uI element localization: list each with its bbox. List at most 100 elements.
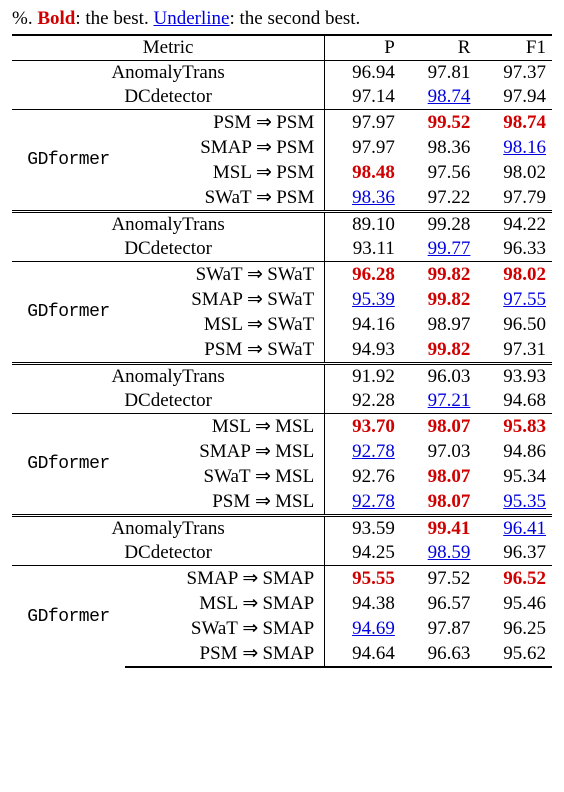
baseline-row: DCdetector97.1498.7497.94 bbox=[12, 85, 552, 110]
value-r: 99.77 bbox=[401, 237, 477, 262]
value-r: 97.52 bbox=[401, 566, 477, 592]
transfer-label: SWaT ⇒ PSM bbox=[125, 185, 325, 212]
value-p: 93.59 bbox=[325, 516, 401, 542]
value-r: 97.22 bbox=[401, 185, 477, 212]
value-p: 94.38 bbox=[325, 591, 401, 616]
baseline-name: DCdetector bbox=[12, 541, 325, 566]
value-r: 97.21 bbox=[401, 389, 477, 414]
value-f1: 96.52 bbox=[476, 566, 552, 592]
baseline-name: AnomalyTrans bbox=[12, 61, 325, 86]
baseline-name: DCdetector bbox=[12, 389, 325, 414]
value-f1: 96.41 bbox=[476, 516, 552, 542]
value-r: 99.28 bbox=[401, 212, 477, 238]
value-r: 96.63 bbox=[401, 641, 477, 667]
value-r: 97.03 bbox=[401, 439, 477, 464]
value-f1: 97.79 bbox=[476, 185, 552, 212]
caption-bold: Bold bbox=[37, 8, 75, 29]
value-p: 94.64 bbox=[325, 641, 401, 667]
baseline-row: AnomalyTrans91.9296.0393.93 bbox=[12, 364, 552, 390]
value-p: 97.97 bbox=[325, 135, 401, 160]
value-f1: 96.50 bbox=[476, 312, 552, 337]
value-p: 94.25 bbox=[325, 541, 401, 566]
value-f1: 97.94 bbox=[476, 85, 552, 110]
value-f1: 95.46 bbox=[476, 591, 552, 616]
baseline-row: AnomalyTrans93.5999.4196.41 bbox=[12, 516, 552, 542]
value-f1: 97.55 bbox=[476, 287, 552, 312]
value-r: 99.82 bbox=[401, 287, 477, 312]
value-f1: 93.93 bbox=[476, 364, 552, 390]
caption-underline: Underline bbox=[153, 8, 229, 29]
model-name: GDformer bbox=[12, 566, 125, 668]
baseline-name: AnomalyTrans bbox=[12, 516, 325, 542]
value-p: 94.16 bbox=[325, 312, 401, 337]
value-p: 92.76 bbox=[325, 464, 401, 489]
transfer-label: MSL ⇒ SWaT bbox=[125, 312, 325, 337]
model-name: GDformer bbox=[12, 414, 125, 516]
value-f1: 96.37 bbox=[476, 541, 552, 566]
header-p: P bbox=[325, 35, 401, 61]
transfer-label: SMAP ⇒ SWaT bbox=[125, 287, 325, 312]
caption-pct: % bbox=[12, 8, 28, 29]
value-r: 98.07 bbox=[401, 464, 477, 489]
model-row: GDformerSWaT ⇒ SWaT96.2899.8298.02 bbox=[12, 262, 552, 288]
value-p: 97.97 bbox=[325, 110, 401, 136]
baseline-name: AnomalyTrans bbox=[12, 364, 325, 390]
baseline-row: AnomalyTrans89.1099.2894.22 bbox=[12, 212, 552, 238]
value-p: 98.48 bbox=[325, 160, 401, 185]
value-p: 95.55 bbox=[325, 566, 401, 592]
value-p: 98.36 bbox=[325, 185, 401, 212]
value-f1: 94.86 bbox=[476, 439, 552, 464]
value-p: 91.92 bbox=[325, 364, 401, 390]
value-p: 92.78 bbox=[325, 439, 401, 464]
value-p: 96.94 bbox=[325, 61, 401, 86]
value-r: 98.97 bbox=[401, 312, 477, 337]
value-r: 98.59 bbox=[401, 541, 477, 566]
transfer-label: SWaT ⇒ SWaT bbox=[125, 262, 325, 288]
transfer-label: SWaT ⇒ MSL bbox=[125, 464, 325, 489]
value-r: 98.36 bbox=[401, 135, 477, 160]
model-name: GDformer bbox=[12, 262, 125, 364]
transfer-label: SWaT ⇒ SMAP bbox=[125, 616, 325, 641]
transfer-label: PSM ⇒ SWaT bbox=[125, 337, 325, 364]
baseline-row: AnomalyTrans96.9497.8197.37 bbox=[12, 61, 552, 86]
value-r: 96.03 bbox=[401, 364, 477, 390]
value-p: 89.10 bbox=[325, 212, 401, 238]
value-r: 97.81 bbox=[401, 61, 477, 86]
transfer-label: SMAP ⇒ PSM bbox=[125, 135, 325, 160]
model-name: GDformer bbox=[12, 110, 125, 212]
value-r: 99.82 bbox=[401, 262, 477, 288]
model-row: GDformerPSM ⇒ PSM97.9799.5298.74 bbox=[12, 110, 552, 136]
header-metric: Metric bbox=[12, 35, 325, 61]
value-f1: 98.02 bbox=[476, 160, 552, 185]
header-f1: F1 bbox=[476, 35, 552, 61]
baseline-name: DCdetector bbox=[12, 85, 325, 110]
value-p: 97.14 bbox=[325, 85, 401, 110]
value-p: 93.70 bbox=[325, 414, 401, 440]
value-p: 92.28 bbox=[325, 389, 401, 414]
value-r: 97.56 bbox=[401, 160, 477, 185]
transfer-label: SMAP ⇒ MSL bbox=[125, 439, 325, 464]
value-f1: 94.22 bbox=[476, 212, 552, 238]
value-f1: 96.33 bbox=[476, 237, 552, 262]
transfer-label: PSM ⇒ MSL bbox=[125, 489, 325, 516]
baseline-name: DCdetector bbox=[12, 237, 325, 262]
transfer-label: PSM ⇒ PSM bbox=[125, 110, 325, 136]
value-r: 99.41 bbox=[401, 516, 477, 542]
value-p: 96.28 bbox=[325, 262, 401, 288]
value-f1: 98.74 bbox=[476, 110, 552, 136]
baseline-row: DCdetector93.1199.7796.33 bbox=[12, 237, 552, 262]
value-f1: 95.35 bbox=[476, 489, 552, 516]
value-f1: 96.25 bbox=[476, 616, 552, 641]
value-r: 99.52 bbox=[401, 110, 477, 136]
value-p: 93.11 bbox=[325, 237, 401, 262]
transfer-label: PSM ⇒ SMAP bbox=[125, 641, 325, 667]
value-f1: 98.16 bbox=[476, 135, 552, 160]
value-f1: 94.68 bbox=[476, 389, 552, 414]
results-table: MetricPRF1AnomalyTrans96.9497.8197.37DCd… bbox=[12, 34, 552, 668]
value-p: 92.78 bbox=[325, 489, 401, 516]
value-p: 94.93 bbox=[325, 337, 401, 364]
value-f1: 95.34 bbox=[476, 464, 552, 489]
header-row: MetricPRF1 bbox=[12, 35, 552, 61]
transfer-label: MSL ⇒ PSM bbox=[125, 160, 325, 185]
value-f1: 95.62 bbox=[476, 641, 552, 667]
